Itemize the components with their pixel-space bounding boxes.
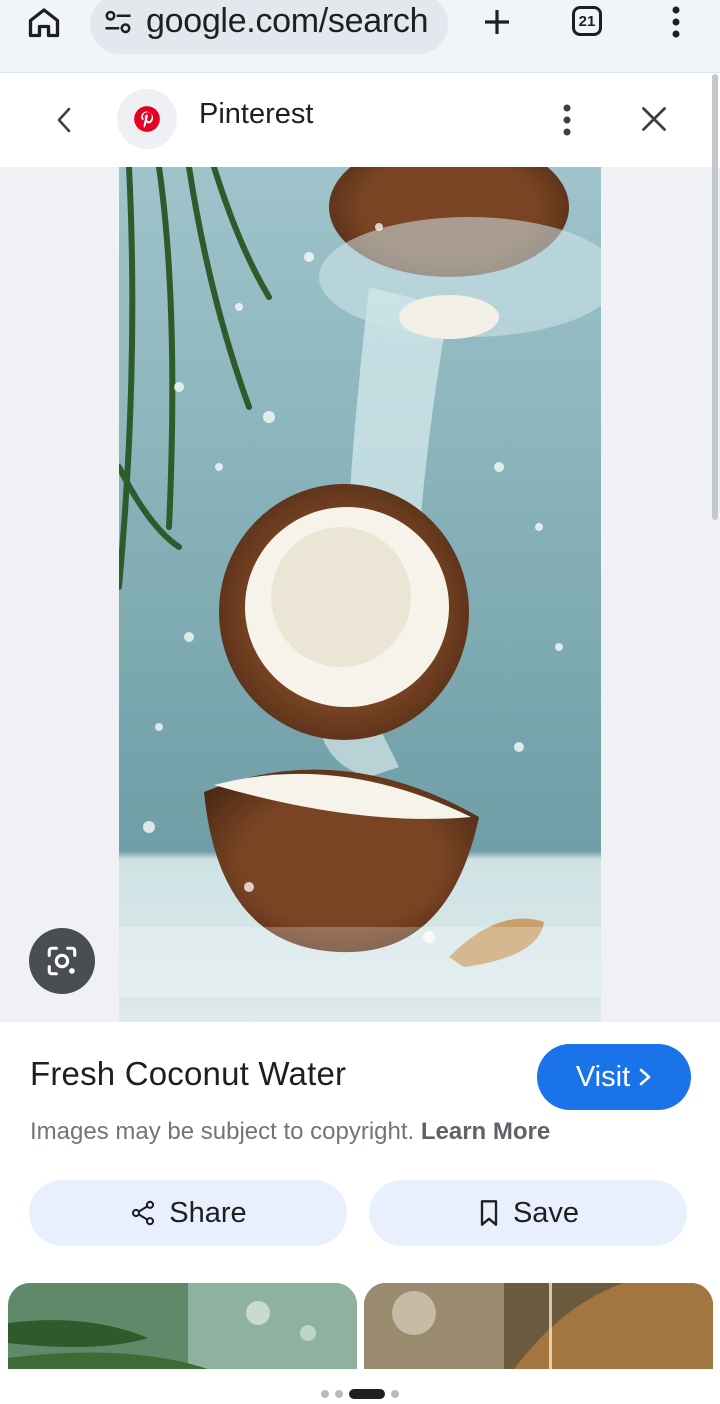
visit-label: Visit: [575, 1060, 631, 1093]
copyright-text: Images may be subject to copyright.: [30, 1118, 415, 1145]
share-icon: [132, 1200, 155, 1226]
page-dot[interactable]: [321, 1390, 329, 1398]
more-options-icon: [563, 104, 571, 136]
share-label: Share: [169, 1196, 247, 1229]
home-icon: [28, 8, 60, 38]
pagination-dots: [0, 1384, 720, 1404]
google-lens-button[interactable]: [29, 928, 95, 994]
save-button[interactable]: Save: [369, 1180, 687, 1246]
more-icon: [672, 6, 680, 38]
tab-switcher-button[interactable]: 21: [572, 6, 602, 36]
back-button[interactable]: [44, 99, 86, 141]
result-title[interactable]: Fresh Coconut Water: [30, 1055, 346, 1093]
browser-toolbar: google.com/search 21: [0, 0, 720, 73]
page-dot-active[interactable]: [349, 1389, 385, 1399]
back-icon: [57, 107, 71, 133]
home-button[interactable]: [22, 2, 66, 42]
copyright-notice: Images may be subject to copyright. Lear…: [30, 1118, 550, 1146]
related-image-2[interactable]: [364, 1283, 713, 1369]
new-tab-icon: [485, 10, 509, 34]
bookmark-icon: [480, 1200, 498, 1226]
more-options-button[interactable]: [552, 98, 582, 142]
visit-button[interactable]: Visit: [537, 1044, 691, 1110]
url-text[interactable]: google.com/search: [146, 2, 428, 41]
scrollbar[interactable]: [712, 74, 718, 520]
site-name[interactable]: Pinterest: [199, 98, 313, 131]
related-image-1[interactable]: [8, 1283, 357, 1369]
lens-icon: [47, 946, 77, 976]
new-tab-button[interactable]: [476, 2, 518, 42]
site-settings-button[interactable]: [98, 4, 138, 40]
share-button[interactable]: Share: [29, 1180, 347, 1246]
page-dot[interactable]: [335, 1390, 343, 1398]
close-icon: [642, 107, 666, 131]
close-button[interactable]: [634, 99, 674, 139]
site-favicon: [117, 89, 177, 149]
save-label: Save: [512, 1196, 580, 1229]
result-panel-header: [0, 73, 720, 167]
pinterest-logo-icon: [134, 106, 160, 132]
learn-more-link[interactable]: Learn More: [421, 1118, 550, 1145]
chevron-right-icon: [639, 1068, 651, 1086]
coconut-water-image[interactable]: [119, 167, 601, 1022]
site-settings-icon: [105, 10, 131, 34]
browser-menu-button[interactable]: [660, 2, 692, 42]
page-dot[interactable]: [391, 1390, 399, 1398]
